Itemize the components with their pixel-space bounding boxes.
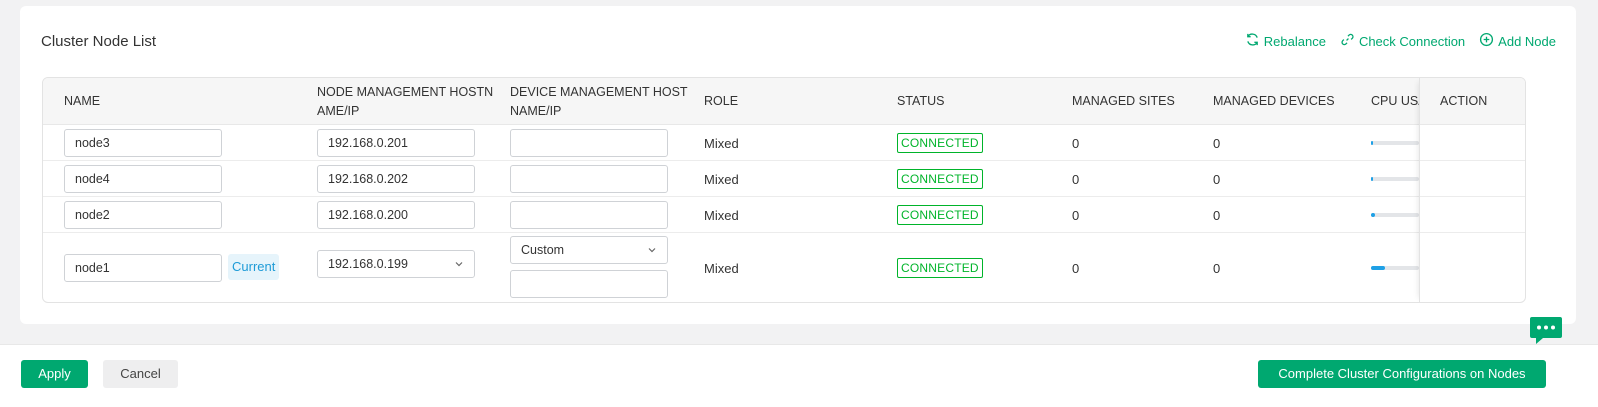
device-host-mode-select[interactable]: Custom <box>510 236 668 264</box>
cancel-button[interactable]: Cancel <box>103 360 178 388</box>
card-actions: Rebalance Check Connection Add Node <box>1245 32 1556 50</box>
header-managed-sites: MANAGED SITES <box>1072 94 1175 108</box>
header-device-management: DEVICE MANAGEMENT HOST NAME/IP <box>510 83 688 121</box>
cpu-usage-bar <box>1371 177 1419 181</box>
node-ip-input[interactable]: 192.168.0.202 <box>317 165 475 193</box>
table-row: node3 192.168.0.201 Mixed CONNECTED 0 0 <box>43 125 1525 161</box>
node-ip-input[interactable]: 192.168.0.200 <box>317 201 475 229</box>
chat-bubble-icon <box>1530 317 1562 344</box>
header-device-management-line2: NAME/IP <box>510 104 562 118</box>
managed-sites-value: 0 <box>1072 136 1080 151</box>
plus-circle-icon <box>1479 32 1494 50</box>
card-title: Cluster Node List <box>41 33 157 50</box>
refresh-icon <box>1245 32 1260 50</box>
current-node-tag: Current <box>228 254 280 280</box>
header-node-management: NODE MANAGEMENT HOSTN AME/IP <box>317 83 493 121</box>
header-name: NAME <box>64 94 101 108</box>
cpu-usage-fill <box>1371 141 1373 145</box>
role-value: Mixed <box>704 261 739 276</box>
managed-devices-value: 0 <box>1213 261 1221 276</box>
device-host-input[interactable] <box>510 201 668 229</box>
cpu-usage-fill <box>1371 177 1373 181</box>
header-status: STATUS <box>897 94 945 108</box>
table-header: NAME NODE MANAGEMENT HOSTN AME/IP DEVICE… <box>43 78 1525 125</box>
header-action: ACTION <box>1420 78 1525 125</box>
header-node-management-line1: NODE MANAGEMENT HOSTN <box>317 85 494 99</box>
check-connection-link[interactable]: Check Connection <box>1340 32 1465 50</box>
cpu-usage-bar <box>1371 141 1419 145</box>
managed-sites-value: 0 <box>1072 208 1080 223</box>
chevron-down-icon <box>455 262 463 267</box>
device-host-input[interactable] <box>510 129 668 157</box>
add-node-link[interactable]: Add Node <box>1479 32 1556 50</box>
rebalance-label: Rebalance <box>1263 33 1326 49</box>
managed-sites-value: 0 <box>1072 172 1080 187</box>
header-node-management-line2: AME/IP <box>317 104 360 118</box>
header-managed-devices: MANAGED DEVICES <box>1213 94 1335 108</box>
footer-bar: Apply Cancel Complete Cluster Configurat… <box>0 344 1598 407</box>
table-row: node1 Current 192.168.0.199 Custom Mixed… <box>43 233 1525 302</box>
cpu-usage-bar <box>1371 213 1419 217</box>
add-node-label: Add Node <box>1498 33 1556 49</box>
status-badge: CONNECTED <box>897 205 983 225</box>
node-ip-select[interactable]: 192.168.0.199 <box>317 250 475 278</box>
header-role: ROLE <box>704 94 739 108</box>
cpu-usage-fill <box>1371 213 1375 217</box>
device-host-input[interactable] <box>510 270 668 298</box>
managed-devices-value: 0 <box>1213 172 1221 187</box>
check-connection-label: Check Connection <box>1358 33 1466 49</box>
node-name-input[interactable]: node3 <box>64 129 222 157</box>
node-name-input[interactable]: node1 <box>64 254 222 282</box>
device-host-input[interactable] <box>510 165 668 193</box>
status-badge: CONNECTED <box>897 133 983 153</box>
role-value: Mixed <box>704 172 739 187</box>
link-icon <box>1340 32 1355 50</box>
chevron-down-icon <box>648 248 656 253</box>
chat-support-button[interactable] <box>1529 316 1563 346</box>
status-badge: CONNECTED <box>897 169 983 189</box>
node-table: NAME NODE MANAGEMENT HOSTN AME/IP DEVICE… <box>42 77 1526 303</box>
action-column: ACTION <box>1419 78 1525 302</box>
cluster-node-card: Cluster Node List Rebalance Check Connec… <box>20 6 1576 324</box>
managed-devices-value: 0 <box>1213 136 1221 151</box>
complete-cluster-config-button[interactable]: Complete Cluster Configurations on Nodes <box>1258 360 1546 388</box>
role-value: Mixed <box>704 136 739 151</box>
managed-devices-value: 0 <box>1213 208 1221 223</box>
node-ip-input[interactable]: 192.168.0.201 <box>317 129 475 157</box>
cpu-usage-bar <box>1371 266 1419 270</box>
rebalance-link[interactable]: Rebalance <box>1245 32 1326 50</box>
cpu-usage-fill <box>1371 266 1385 270</box>
header-device-management-line1: DEVICE MANAGEMENT HOST <box>510 85 688 99</box>
status-badge: CONNECTED <box>897 258 983 278</box>
device-host-mode-value: Custom <box>521 243 565 257</box>
table-row: node2 192.168.0.200 Mixed CONNECTED 0 0 <box>43 197 1525 233</box>
role-value: Mixed <box>704 208 739 223</box>
node-ip-select-value: 192.168.0.199 <box>328 257 408 271</box>
node-name-input[interactable]: node2 <box>64 201 222 229</box>
managed-sites-value: 0 <box>1072 261 1080 276</box>
apply-button[interactable]: Apply <box>21 360 88 388</box>
table-row: node4 192.168.0.202 Mixed CONNECTED 0 0 <box>43 161 1525 197</box>
node-name-input[interactable]: node4 <box>64 165 222 193</box>
